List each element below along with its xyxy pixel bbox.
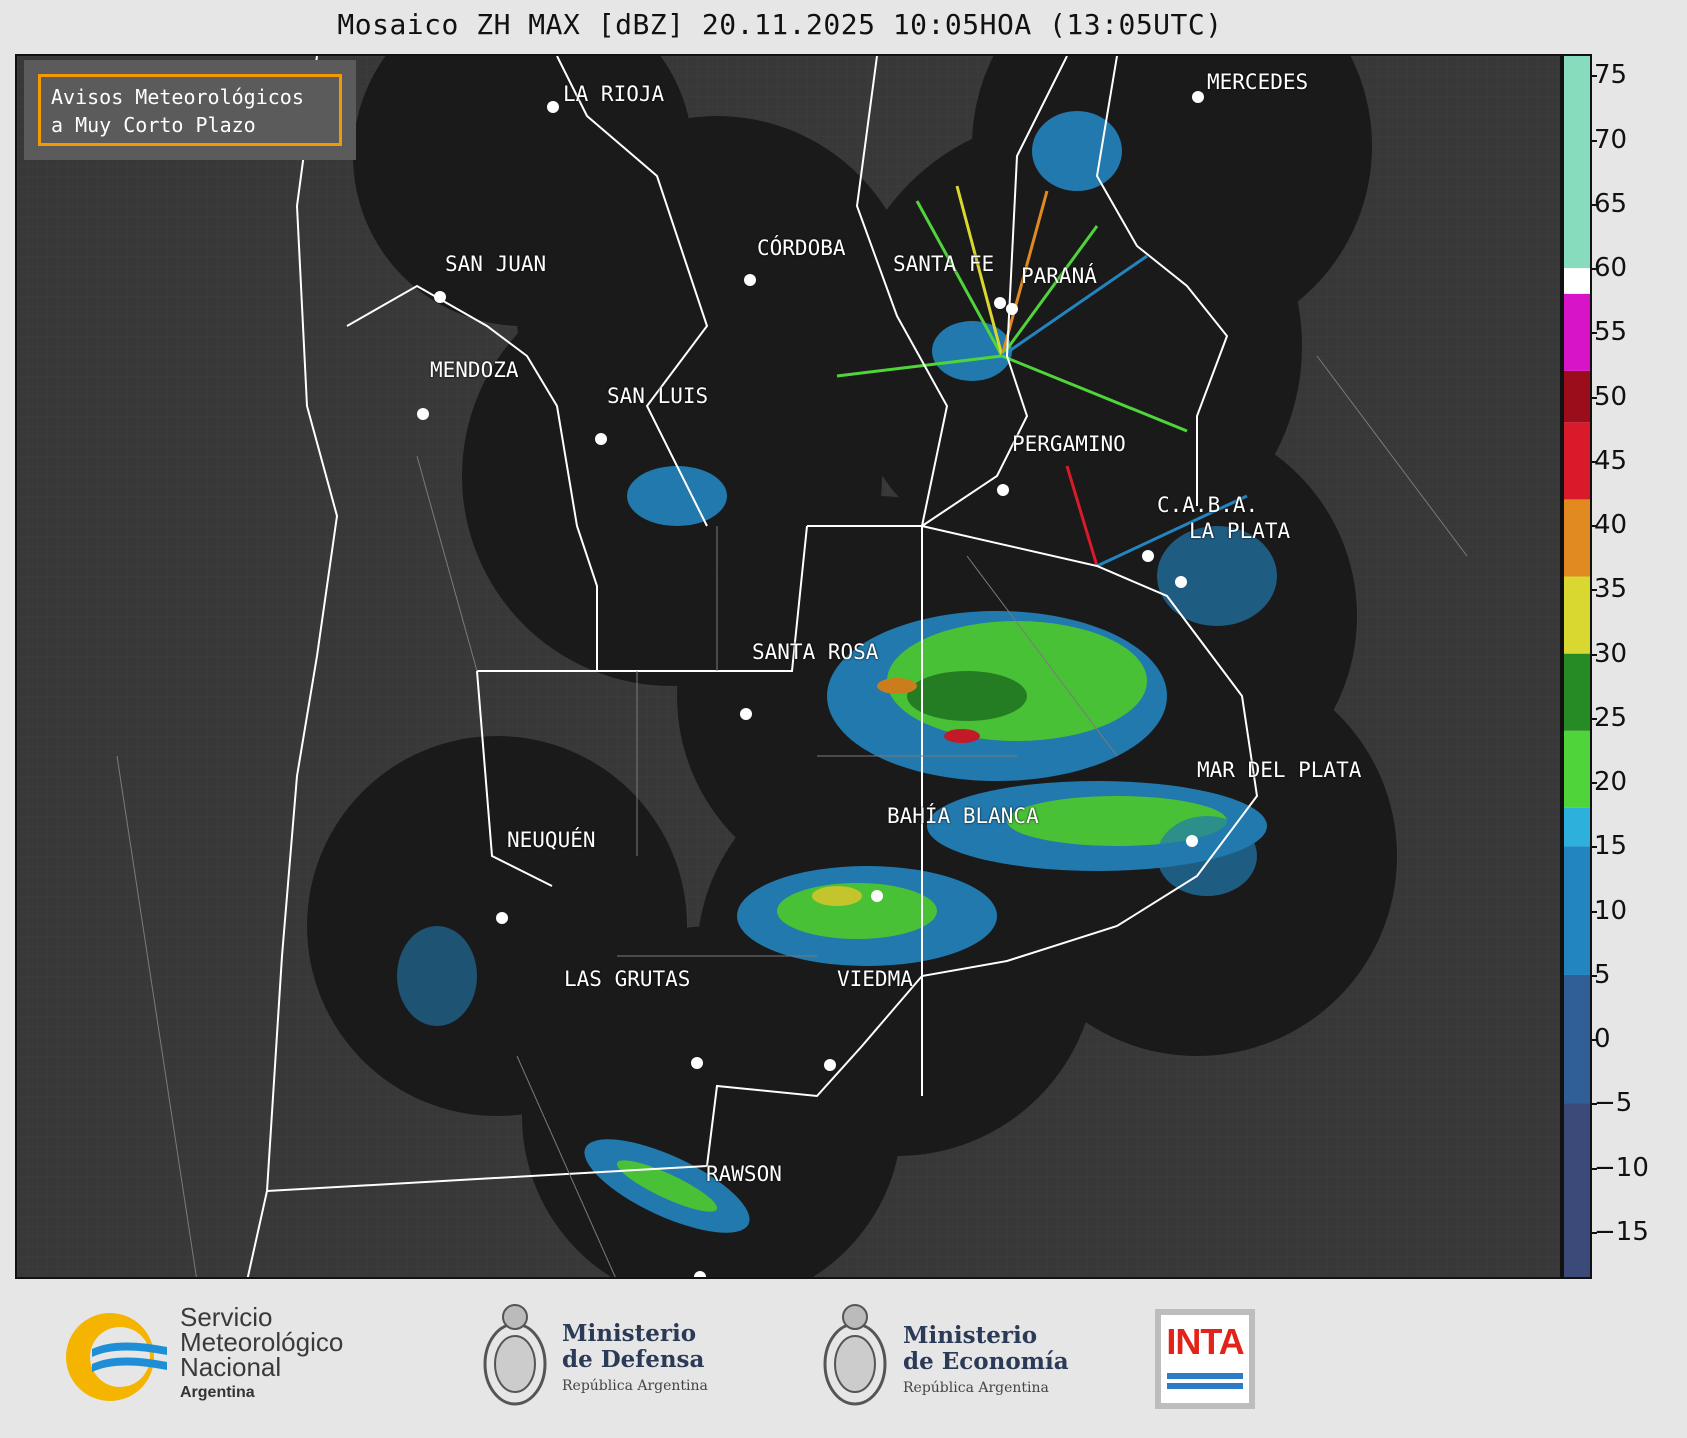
city-dot[interactable]	[417, 408, 429, 420]
city-dot[interactable]	[744, 274, 756, 286]
colorbar-segment	[1564, 56, 1590, 269]
city-label-mendoza: MENDOZA	[430, 358, 519, 382]
city-label-rawson: RAWSON	[706, 1162, 782, 1186]
city-label-parana: PARANÁ	[1021, 264, 1097, 288]
city-dot[interactable]	[1186, 835, 1198, 847]
colorbar-segment	[1564, 576, 1590, 654]
colorbar-tick-label: −5	[1589, 1088, 1633, 1119]
colorbar-tick-label: 20	[1589, 767, 1628, 798]
colorbar-tick-label: 5	[1590, 959, 1611, 990]
city-label-la-plata: LA PLATA	[1189, 519, 1291, 543]
avisos-panel[interactable]: Avisos Meteorológicos a Muy Corto Plazo	[24, 60, 356, 160]
logo-footer: Servicio Meteorológico Nacional Argentin…	[0, 1279, 1687, 1438]
colorbar-tick-label: 0	[1590, 1024, 1611, 1055]
colorbar-segment	[1564, 807, 1590, 847]
colorbar-tick-label: 45	[1589, 445, 1628, 476]
colorbar-segment	[1564, 846, 1590, 975]
defensa-seal-icon	[483, 1304, 547, 1406]
defensa-sub: República Argentina	[562, 1378, 708, 1394]
economia-seal-icon	[823, 1304, 887, 1406]
colorbar-tick-label: 35	[1589, 574, 1628, 605]
city-dot[interactable]	[824, 1059, 836, 1071]
economia-logo-text: Ministerio de Economía República Argenti…	[903, 1323, 1069, 1401]
colorbar-segment	[1564, 499, 1590, 577]
city-label-santa-fe: SANTA FE	[893, 252, 995, 276]
city-label-cordoba: CÓRDOBA	[757, 236, 846, 260]
city-dot[interactable]	[547, 101, 559, 113]
colorbar-tick-label: −10	[1590, 1152, 1649, 1183]
avisos-frame: Avisos Meteorológicos a Muy Corto Plazo	[38, 74, 342, 146]
city-dot[interactable]	[997, 484, 1009, 496]
inta-logo: INTA	[1155, 1309, 1255, 1409]
city-label-las-grutas: LAS GRUTAS	[564, 967, 691, 991]
city-dot[interactable]	[740, 708, 752, 720]
colorbar-segment	[1564, 974, 1590, 1104]
city-dot[interactable]	[1192, 91, 1204, 103]
defensa-line-2: de Defensa	[562, 1346, 705, 1373]
city-dot[interactable]	[871, 890, 883, 902]
colorbar-segment	[1564, 1103, 1590, 1277]
defensa-logo-text: Ministerio de Defensa República Argentin…	[562, 1321, 708, 1399]
avisos-line-1: Avisos Meteorológicos	[51, 85, 304, 109]
avisos-line-2: a Muy Corto Plazo	[51, 113, 256, 137]
city-label-santa-rosa: SANTA ROSA	[752, 640, 879, 664]
city-label-mercedes: MERCEDES	[1207, 70, 1309, 94]
smn-logo-icon	[66, 1313, 167, 1401]
colorbar-tick-label: 10	[1589, 895, 1628, 926]
city-label-san-juan: SAN JUAN	[445, 252, 547, 276]
city-dot[interactable]	[1006, 303, 1018, 315]
city-label-mar-del-plata: MAR DEL PLATA	[1197, 758, 1362, 782]
colorbar-segment	[1564, 422, 1590, 500]
city-dot[interactable]	[994, 297, 1006, 309]
smn-logo-text: Servicio Meteorológico Nacional Argentin…	[180, 1304, 343, 1405]
city-dot[interactable]	[1175, 576, 1187, 588]
city-label-caba: C.A.B.A.	[1157, 493, 1259, 517]
colorbar-tick-label: 15	[1589, 831, 1628, 862]
city-label-bahia-blanca: BAHÍA BLANCA	[887, 804, 1039, 828]
city-dot[interactable]	[694, 1271, 706, 1277]
economia-sub: República Argentina	[903, 1380, 1049, 1396]
colorbar-segment	[1564, 653, 1590, 731]
colorbar-tick-label: 55	[1589, 317, 1628, 348]
dbz-colorbar	[1562, 54, 1592, 1279]
colorbar-canvas	[1564, 56, 1590, 1277]
city-label-viedma: VIEDMA	[837, 967, 913, 991]
economia-line-1: Ministerio	[903, 1322, 1038, 1349]
city-label-pergamino: PERGAMINO	[1012, 432, 1126, 456]
city-label-san-luis: SAN LUIS	[607, 384, 709, 408]
colorbar-tick-label: 75	[1589, 60, 1628, 91]
colorbar-tick-label: 30	[1589, 638, 1628, 669]
city-dot[interactable]	[691, 1057, 703, 1069]
inta-logo-text: INTA	[1166, 1321, 1244, 1362]
colorbar-segment	[1564, 268, 1590, 294]
city-dot[interactable]	[496, 912, 508, 924]
smn-line-3: Nacional	[180, 1352, 282, 1382]
colorbar-segment	[1564, 370, 1590, 423]
defensa-line-1: Ministerio	[562, 1320, 697, 1347]
colorbar-tick-label: −15	[1590, 1217, 1649, 1248]
colorbar-tick-label: 40	[1589, 510, 1628, 541]
city-label-neuquen: NEUQUÉN	[507, 828, 596, 852]
colorbar-tick-label: 70	[1589, 124, 1628, 155]
economia-line-2: de Economía	[903, 1348, 1069, 1375]
colorbar-segment	[1564, 730, 1590, 808]
colorbar-tick-label: 25	[1589, 702, 1628, 733]
colorbar-tick-label: 50	[1589, 381, 1628, 412]
map-title: Mosaico ZH MAX [dBZ] 20.11.2025 10:05HOA…	[337, 8, 1223, 41]
city-dot[interactable]	[1142, 550, 1154, 562]
colorbar-tick-label: 65	[1589, 188, 1628, 219]
radar-map[interactable]: LA RIOJA MERCEDES CÓRDOBA SAN JUAN SANTA…	[15, 54, 1562, 1279]
city-dot[interactable]	[595, 433, 607, 445]
city-label-la-rioja: LA RIOJA	[563, 82, 665, 106]
colorbar-tick-label: 60	[1589, 253, 1628, 284]
city-dot[interactable]	[434, 291, 446, 303]
colorbar-segment	[1564, 293, 1590, 371]
smn-country: Argentina	[180, 1384, 255, 1401]
